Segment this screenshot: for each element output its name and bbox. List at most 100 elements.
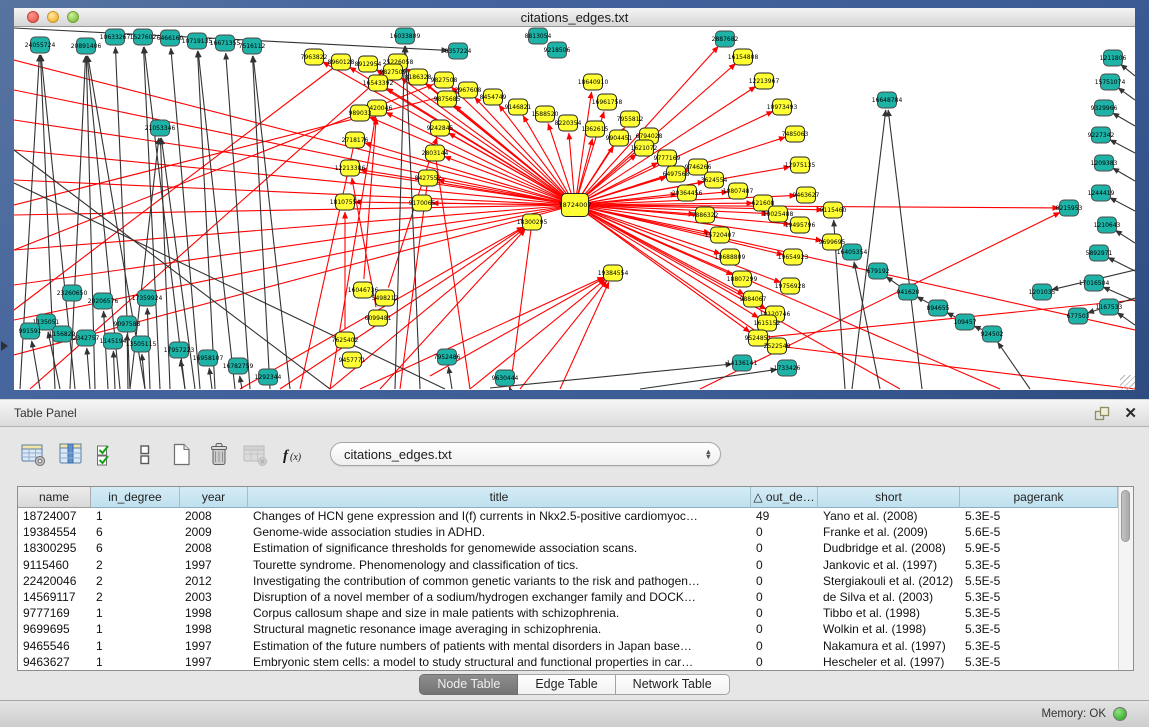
graph-edge[interactable] xyxy=(240,376,242,389)
graph-edge[interactable] xyxy=(253,56,290,389)
graph-edge[interactable] xyxy=(104,311,108,389)
graph-node-label: 9746266 xyxy=(685,164,712,171)
graph-edge[interactable] xyxy=(777,346,1135,389)
graph-edge[interactable] xyxy=(640,369,777,389)
column-header-pagerank[interactable]: pagerank xyxy=(960,487,1118,508)
column-management-icon[interactable] xyxy=(57,441,84,468)
network-window-titlebar[interactable]: citations_edges.txt xyxy=(14,8,1135,27)
close-panel-icon[interactable]: ✕ xyxy=(1124,406,1137,421)
network-canvas[interactable]: 2405572420891406106332671527602646616010… xyxy=(14,27,1135,390)
graph-edge[interactable] xyxy=(1110,198,1135,211)
graph-edge[interactable] xyxy=(490,364,732,388)
delete-trash-icon[interactable] xyxy=(205,441,232,468)
graph-edge[interactable] xyxy=(886,277,899,286)
table-row[interactable]: 1830029562008Estimation of significance … xyxy=(18,540,1133,556)
column-header-in_degree[interactable]: in_degree xyxy=(91,487,180,508)
scrollbar-thumb[interactable] xyxy=(1121,490,1130,542)
cell-year: 2003 xyxy=(180,589,248,605)
tab-edge-table[interactable]: Edge Table xyxy=(518,674,615,695)
table-row[interactable]: 911546021997Tourette syndrome. Phenomeno… xyxy=(18,557,1133,573)
graph-edge[interactable] xyxy=(449,367,452,389)
graph-edge[interactable] xyxy=(1113,113,1135,126)
graph-edge[interactable] xyxy=(974,326,982,329)
graph-edge[interactable] xyxy=(1110,140,1135,153)
delete-table-disabled-icon[interactable] xyxy=(242,441,269,468)
column-header-out_de[interactable]: △ out_de… xyxy=(751,487,818,508)
graph-edge[interactable] xyxy=(998,342,1030,389)
cell-out_de: 0 xyxy=(751,589,818,605)
status-bar: Memory: OK xyxy=(0,700,1149,727)
table-selector-value: citations_edges.txt xyxy=(344,447,705,462)
graph-edge[interactable] xyxy=(1108,257,1135,271)
column-header-name[interactable]: name xyxy=(18,487,91,508)
table-row[interactable]: 969969511998Structural magnetic resonanc… xyxy=(18,621,1133,637)
graph-edge[interactable] xyxy=(198,51,215,389)
graph-edge[interactable] xyxy=(87,348,90,389)
table-row[interactable]: 2242004622012Investigating the contribut… xyxy=(18,573,1133,589)
graph-edge[interactable] xyxy=(1121,64,1135,76)
network-graph[interactable]: 2405572420891406106332671527602646616010… xyxy=(14,27,1135,390)
graph-node-label: 2342757 xyxy=(73,335,100,342)
graph-edge[interactable] xyxy=(888,110,922,389)
graph-edge[interactable] xyxy=(1115,230,1135,243)
table-row[interactable]: 1872400712008Changes of HCN gene express… xyxy=(18,508,1133,524)
column-header-short[interactable]: short xyxy=(818,487,960,508)
table-row[interactable]: 946554611997Estimation of the future num… xyxy=(18,638,1133,654)
resize-grip[interactable] xyxy=(1120,375,1135,390)
rows-icon[interactable] xyxy=(131,441,158,468)
graph-edge[interactable] xyxy=(1117,313,1135,325)
graph-edge[interactable] xyxy=(240,227,523,389)
graph-edge[interactable] xyxy=(577,92,592,194)
graph-node-label: 18640910 xyxy=(578,79,609,86)
graph-node-label: 8220354 xyxy=(555,120,582,127)
new-document-icon[interactable] xyxy=(168,441,195,468)
graph-edge[interactable] xyxy=(586,192,728,204)
graph-node-label: 989033 xyxy=(349,110,372,117)
graph-edge[interactable] xyxy=(253,56,270,389)
graph-edge[interactable] xyxy=(510,222,532,389)
graph-edge[interactable] xyxy=(209,368,212,389)
graph-node-label: 6466160 xyxy=(157,35,184,42)
tab-network-table[interactable]: Network Table xyxy=(616,674,730,695)
graph-edge[interactable] xyxy=(947,313,955,317)
table-settings-icon[interactable] xyxy=(20,441,47,468)
graph-node-label: 18807299 xyxy=(727,276,758,283)
vertical-scrollbar[interactable] xyxy=(1118,487,1133,670)
table-panel-title: Table Panel xyxy=(14,406,77,420)
table-row[interactable]: 977716911998Corpus callosum shape and si… xyxy=(18,605,1133,621)
table-row[interactable]: 1456911722003Disruption of a novel membe… xyxy=(18,589,1133,605)
cell-short: Tibbo et al. (1998) xyxy=(818,605,960,621)
graph-edge[interactable] xyxy=(569,133,574,194)
tab-node-table[interactable]: Node Table xyxy=(419,674,518,695)
table-row[interactable]: 946362711997Embryonic stem cells: a mode… xyxy=(18,654,1133,670)
graph-edge[interactable] xyxy=(917,297,928,303)
graph-node-label: 8427552 xyxy=(415,175,442,182)
graph-edge[interactable] xyxy=(509,387,510,389)
graph-node-label: 19654923 xyxy=(778,254,809,261)
graph-edge[interactable] xyxy=(578,139,593,195)
graph-edge[interactable] xyxy=(1113,168,1135,181)
column-header-year[interactable]: year xyxy=(180,487,248,508)
graph-node-label: 7886322 xyxy=(692,212,719,219)
function-builder-icon[interactable]: f(x) xyxy=(279,441,306,468)
table-row[interactable]: 1938455462009Genome-wide association stu… xyxy=(18,524,1133,540)
graph-edge[interactable] xyxy=(14,150,575,205)
graph-edge[interactable] xyxy=(548,123,571,194)
splitter-collapse-arrow[interactable] xyxy=(1,341,8,351)
table-selector-dropdown[interactable]: citations_edges.txt▲▼ xyxy=(330,442,721,466)
graph-node-label: 109457 xyxy=(954,319,977,326)
graph-edge[interactable] xyxy=(583,154,636,198)
graph-edge[interactable] xyxy=(1118,88,1135,100)
graph-edge[interactable] xyxy=(171,48,200,389)
graph-edge[interactable] xyxy=(181,360,185,389)
graph-edge[interactable] xyxy=(113,351,115,389)
column-header-title[interactable]: title xyxy=(248,487,751,508)
float-panel-icon[interactable] xyxy=(1094,406,1110,421)
network-window: citations_edges.txt 24055724208914061063… xyxy=(0,0,1149,399)
graph-edge[interactable] xyxy=(449,133,566,200)
select-all-icon[interactable] xyxy=(94,441,121,468)
graph-edge[interactable] xyxy=(144,47,185,389)
graph-node-label: 7952486 xyxy=(434,354,461,361)
graph-edge[interactable] xyxy=(520,281,607,389)
cell-in_degree: 1 xyxy=(91,654,180,670)
